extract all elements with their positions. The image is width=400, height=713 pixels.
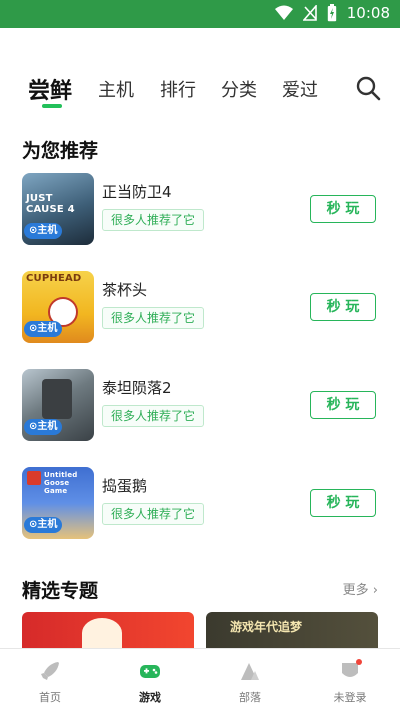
play-button[interactable]: 秒 玩 xyxy=(310,391,376,419)
nav-games[interactable]: 游戏 xyxy=(100,649,200,713)
console-badge: ⊙主机 xyxy=(24,321,63,337)
play-button[interactable]: 秒 玩 xyxy=(310,293,376,321)
nav-tribe[interactable]: 部落 xyxy=(200,649,300,713)
bottom-navigation: 首页 游戏 部落 未登录 xyxy=(0,648,400,713)
nav-games-label: 游戏 xyxy=(139,691,161,704)
tab-changxian[interactable]: 尝鲜 xyxy=(28,73,72,105)
recommend-tag: 很多人推荐了它 xyxy=(102,209,205,231)
top-tabs: 尝鲜 主机 排行 分类 爱过 xyxy=(0,70,400,110)
rocket-icon xyxy=(41,662,59,680)
game-cover[interactable]: JUST CAUSE 4 ⊙主机 xyxy=(22,173,94,245)
game-name[interactable]: 泰坦陨落2 xyxy=(102,377,172,398)
cover-title: Untitled Goose Game xyxy=(44,471,78,495)
console-badge: ⊙主机 xyxy=(24,223,63,239)
cover-art xyxy=(42,379,72,419)
list-item[interactable]: Untitled Goose Game ⊙主机 捣蛋鹅 很多人推荐了它 秒 玩 xyxy=(0,467,400,543)
status-time: 10:08 xyxy=(346,4,390,22)
game-cover[interactable]: ⊙主机 xyxy=(22,369,94,441)
signal-off-icon xyxy=(302,5,317,21)
tab-paihang[interactable]: 排行 xyxy=(160,76,196,102)
search-icon[interactable] xyxy=(354,74,382,102)
play-button[interactable]: 秒 玩 xyxy=(310,195,376,223)
game-name[interactable]: 捣蛋鹅 xyxy=(102,475,147,496)
recommend-tag: 很多人推荐了它 xyxy=(102,405,205,427)
banner-art xyxy=(82,618,122,648)
badge-label: 主机 xyxy=(37,519,58,530)
gamepad-icon xyxy=(140,665,160,678)
console-badge: ⊙主机 xyxy=(24,419,63,435)
badge-label: 主机 xyxy=(37,323,58,334)
featured-title: 精选专题 xyxy=(22,580,99,602)
nav-home-label: 首页 xyxy=(39,691,61,704)
nav-home[interactable]: 首页 xyxy=(0,649,100,713)
banner-text: 游戏年代追梦 xyxy=(230,620,303,634)
wifi-icon xyxy=(274,5,293,20)
nav-profile-label: 未登录 xyxy=(333,691,367,704)
list-item[interactable]: ⊙主机 泰坦陨落2 很多人推荐了它 秒 玩 xyxy=(0,369,400,445)
nav-profile[interactable]: 未登录 xyxy=(300,649,400,713)
list-item[interactable]: JUST CAUSE 4 ⊙主机 正当防卫4 很多人推荐了它 秒 玩 xyxy=(0,173,400,249)
more-link[interactable]: 更多 › xyxy=(343,579,378,598)
status-bar: 10:08 xyxy=(0,0,400,28)
game-cover[interactable]: CUPHEAD ⊙主机 xyxy=(22,271,94,343)
game-cover[interactable]: Untitled Goose Game ⊙主机 xyxy=(22,467,94,539)
user-badge-icon xyxy=(342,659,362,677)
tab-fenlei[interactable]: 分类 xyxy=(221,76,257,102)
recommend-tag: 很多人推荐了它 xyxy=(102,307,205,329)
badge-label: 主机 xyxy=(37,421,58,432)
nav-tribe-label: 部落 xyxy=(239,691,261,704)
game-name[interactable]: 正当防卫4 xyxy=(102,181,172,202)
tab-aiguo[interactable]: 爱过 xyxy=(282,76,318,102)
play-button[interactable]: 秒 玩 xyxy=(310,489,376,517)
cover-title: JUST CAUSE 4 xyxy=(26,193,75,215)
recommend-title: 为您推荐 xyxy=(22,140,99,162)
battery-charging-icon xyxy=(327,4,336,22)
status-icons: 10:08 xyxy=(274,4,390,22)
list-item[interactable]: CUPHEAD ⊙主机 茶杯头 很多人推荐了它 秒 玩 xyxy=(0,271,400,347)
console-badge: ⊙主机 xyxy=(24,517,63,533)
topic-banner[interactable]: 游戏年代追梦 xyxy=(206,612,378,648)
chevron-right-icon: › xyxy=(372,583,378,598)
game-name[interactable]: 茶杯头 xyxy=(102,279,147,300)
cover-title: CUPHEAD xyxy=(26,273,82,284)
more-label: 更多 xyxy=(342,583,369,598)
tab-zhuji[interactable]: 主机 xyxy=(98,76,134,102)
topic-banner[interactable] xyxy=(22,612,194,648)
badge-label: 主机 xyxy=(37,225,58,236)
cover-warning-sign xyxy=(27,471,41,485)
mountain-icon xyxy=(241,663,259,680)
active-tab-indicator xyxy=(42,104,62,108)
recommend-tag: 很多人推荐了它 xyxy=(102,503,205,525)
